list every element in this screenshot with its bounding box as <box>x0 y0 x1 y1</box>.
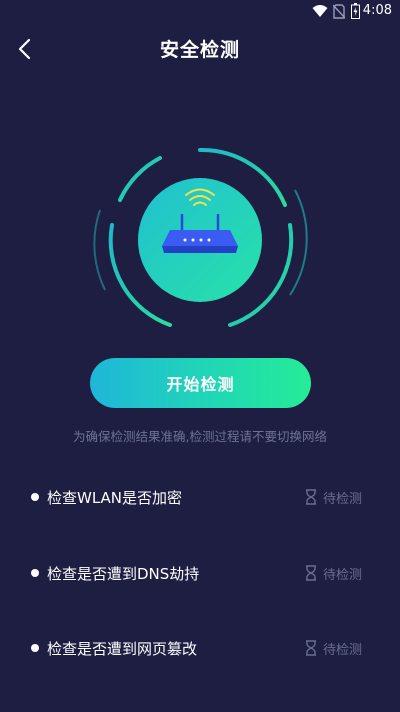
check-item-dns: 检查是否遭到DNS劫持 待检测 <box>0 558 400 588</box>
battery-icon <box>351 3 360 19</box>
hourglass-icon <box>306 640 316 656</box>
bullet <box>31 493 39 501</box>
check-status: 待检测 <box>305 564 363 583</box>
scan-graphic <box>93 147 308 327</box>
no-sim-icon <box>333 4 345 19</box>
status-text: 待检测 <box>323 491 363 507</box>
page-title: 安全检测 <box>159 39 240 61</box>
status-time: 4:08 <box>362 3 392 18</box>
bullet <box>31 569 39 577</box>
status-text: 待检测 <box>323 567 363 583</box>
check-status: 待检测 <box>305 639 363 658</box>
scan-ring-arc <box>118 156 162 202</box>
check-item-webpage: 检查是否遭到网页篡改 待检测 <box>0 633 400 663</box>
wifi-status-icon <box>312 5 328 17</box>
hint-text: 为确保检测结果准确,检测过程请不要切换网络 <box>73 429 327 444</box>
check-label: 检查是否遭到网页篡改 <box>47 640 198 658</box>
status-text: 待检测 <box>323 642 363 658</box>
hourglass-icon <box>306 565 316 581</box>
check-item-wlan: 检查WLAN是否加密 待检测 <box>0 482 400 512</box>
check-status: 待检测 <box>305 488 363 507</box>
check-label: 检查WLAN是否加密 <box>47 489 183 507</box>
check-label: 检查是否遭到DNS劫持 <box>47 565 200 583</box>
start-scan-button[interactable]: 开始检测 <box>90 358 311 408</box>
status-bar: 4:08 <box>0 0 400 24</box>
hourglass-icon <box>306 489 316 505</box>
bullet <box>31 644 39 652</box>
